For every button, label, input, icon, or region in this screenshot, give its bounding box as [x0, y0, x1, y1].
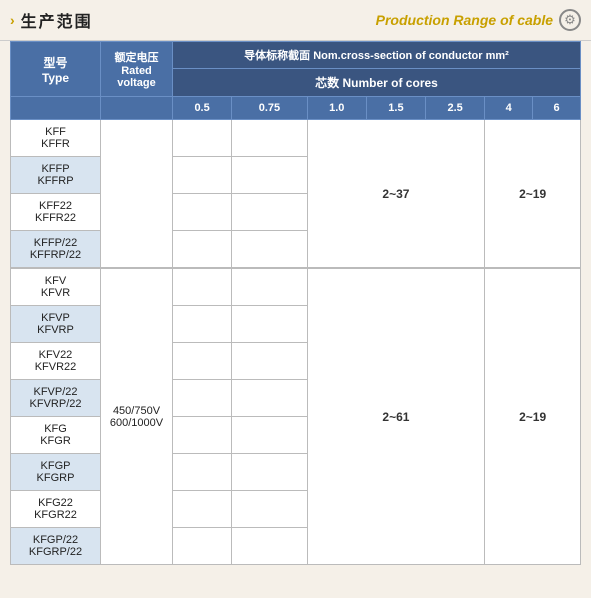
chevron-icon: ›	[10, 12, 15, 28]
data-cell	[173, 380, 232, 417]
col-header-10: 1.0	[307, 97, 366, 120]
col-header-conductor: 导体标称截面 Nom.cross-section of conductor mm…	[173, 42, 581, 69]
data-cell	[173, 417, 232, 454]
data-cell	[232, 194, 307, 231]
type-cell: KFGP/22KFGRP/22	[11, 528, 101, 565]
data-cell	[232, 454, 307, 491]
type-cell: KFV22KFVR22	[11, 343, 101, 380]
page-header: › 生产范围 Production Range of cable ⚙	[0, 0, 591, 41]
page-title-cn: 生产范围	[21, 8, 93, 32]
col-header-cores: 芯数 Number of cores	[173, 69, 581, 97]
type-cell: KFGPKFGRP	[11, 454, 101, 491]
data-cell	[232, 120, 307, 157]
data-cell	[173, 454, 232, 491]
data-cell	[173, 231, 232, 269]
table-container: 型号 Type 额定电压 Rated voltage 导体标称截面 Nom.cr…	[0, 41, 591, 575]
col-header-voltage: 额定电压 Rated voltage	[101, 42, 173, 97]
type-cell: KFGKFGR	[11, 417, 101, 454]
data-cell	[232, 528, 307, 565]
type-cell: KFVPKFVRP	[11, 306, 101, 343]
col-header-25: 2.5	[426, 97, 485, 120]
voltage-cell-group2: 450/750V600/1000V	[101, 268, 173, 565]
type-cell: KFF22KFFR22	[11, 194, 101, 231]
data-cell	[232, 417, 307, 454]
data-cell	[173, 194, 232, 231]
data-cell	[232, 491, 307, 528]
col-header-voltage-empty	[101, 97, 173, 120]
col-header-type-empty	[11, 97, 101, 120]
data-cell	[232, 306, 307, 343]
data-cell	[173, 268, 232, 306]
type-cell: KFFPKFFRP	[11, 157, 101, 194]
col-header-4: 4	[485, 97, 533, 120]
table-row: KFFKFFR 2~37 2~19	[11, 120, 581, 157]
data-cell	[232, 380, 307, 417]
data-cell	[173, 157, 232, 194]
col-header-6: 6	[533, 97, 581, 120]
header-right: Production Range of cable ⚙	[376, 9, 581, 31]
data-cell	[173, 120, 232, 157]
data-cell-group2-range2: 2~19	[485, 268, 581, 565]
type-cell: KFVP/22KFVRP/22	[11, 380, 101, 417]
col-header-05: 0.5	[173, 97, 232, 120]
type-cell: KFFP/22KFFRP/22	[11, 231, 101, 269]
data-cell	[173, 491, 232, 528]
voltage-cell-group1	[101, 120, 173, 269]
data-cell-group1-range: 2~37	[307, 120, 485, 269]
table-row: KFVKFVR 450/750V600/1000V 2~61 2~19	[11, 268, 581, 306]
col-header-075: 0.75	[232, 97, 307, 120]
data-cell	[232, 157, 307, 194]
data-cell	[173, 528, 232, 565]
data-cell	[232, 268, 307, 306]
data-cell	[173, 306, 232, 343]
data-cell-group2-range: 2~61	[307, 268, 485, 565]
page-title-en: Production Range of cable	[376, 12, 553, 28]
data-cell	[173, 343, 232, 380]
type-cell: KFG22KFGR22	[11, 491, 101, 528]
data-cell	[232, 231, 307, 269]
header-left: › 生产范围	[10, 8, 93, 32]
gear-icon: ⚙	[559, 9, 581, 31]
data-cell-group1-range2: 2~19	[485, 120, 581, 269]
col-header-15: 1.5	[366, 97, 425, 120]
data-cell	[232, 343, 307, 380]
col-header-type: 型号 Type	[11, 42, 101, 97]
type-cell: KFVKFVR	[11, 268, 101, 306]
type-cell: KFFKFFR	[11, 120, 101, 157]
production-range-table: 型号 Type 额定电压 Rated voltage 导体标称截面 Nom.cr…	[10, 41, 581, 565]
